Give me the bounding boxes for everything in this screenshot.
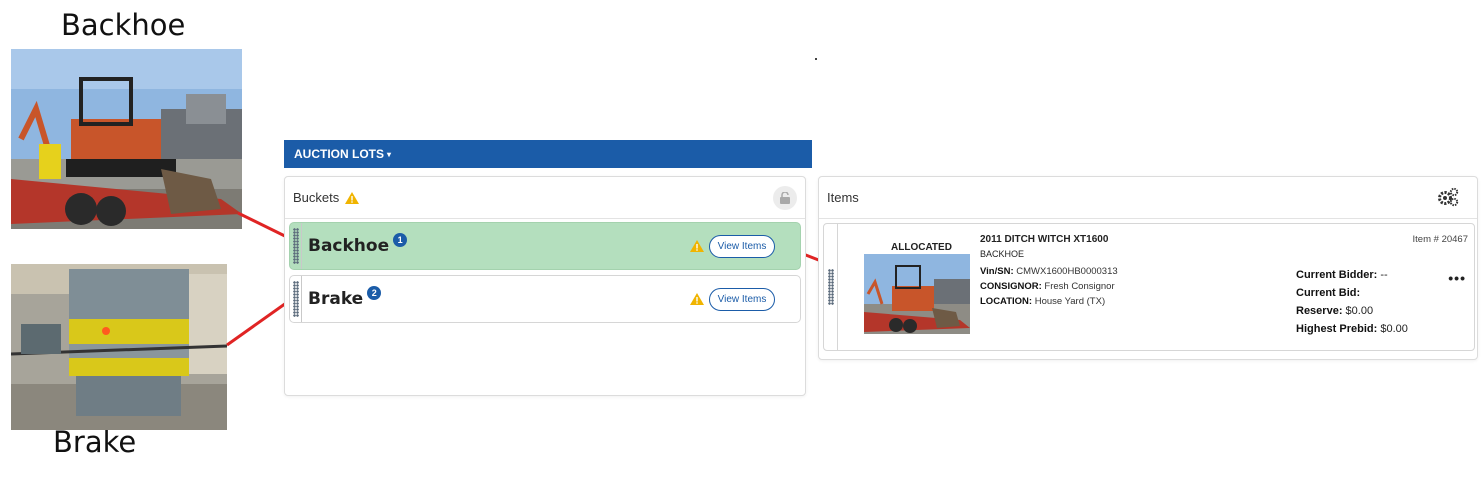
item-consignor: CONSIGNOR: Fresh Consignor [980,281,1115,292]
gears-icon[interactable] [1437,187,1459,207]
buckets-panel: Buckets Backhoe 1 View Items Brake 2 Vie… [284,176,806,396]
more-options-icon[interactable]: ••• [1448,270,1466,286]
view-items-button[interactable]: View Items [709,288,775,311]
warning-icon [690,240,704,252]
caret-down-icon: ▾ [387,149,392,159]
drag-handle-icon[interactable] [290,276,302,322]
drag-handle-icon[interactable] [824,224,838,350]
current-bid: Current Bid: [1296,287,1361,299]
brake-photo [11,264,227,430]
backhoe-photo [11,49,242,229]
unlock-icon[interactable] [773,186,797,210]
backhoe-caption: Backhoe [61,8,186,42]
item-thumbnail[interactable] [864,254,970,334]
buckets-header: Buckets [285,177,805,219]
items-header: Items [819,177,1477,219]
item-number: Item # 20467 [1412,234,1468,245]
bucket-name: Backhoe [308,236,390,256]
reserve: Reserve: $0.00 [1296,305,1374,317]
buckets-title: Buckets [293,190,340,205]
brake-caption: Brake [53,425,137,459]
item-status: ALLOCATED [891,242,952,253]
item-card[interactable]: ALLOCATED 2011 DITCH WITCH XT1600 BACKHO… [823,223,1475,351]
auction-lots-label: AUCTION LOTS [294,147,384,161]
stray-dot [815,58,817,60]
auction-lots-menu[interactable]: AUCTION LOTS ▾ [284,140,812,168]
highest-prebid: Highest Prebid: $0.00 [1296,323,1408,335]
item-vin: Vin/SN: CMWX1600HB0000313 [980,266,1118,277]
view-items-button[interactable]: View Items [709,235,775,258]
item-bid-info: Current Bidder: -- Current Bid: Reserve:… [1296,266,1408,338]
item-title[interactable]: 2011 DITCH WITCH XT1600 [980,234,1108,245]
bucket-count-badge: 2 [367,286,382,300]
items-title: Items [827,190,859,205]
warning-icon [690,293,704,305]
bucket-backhoe[interactable]: Backhoe 1 View Items [289,222,801,270]
items-panel: Items ALLOCATED 2011 DITCH WITCH XT1600 … [818,176,1478,360]
bucket-brake[interactable]: Brake 2 View Items [289,275,801,323]
item-subtitle: BACKHOE [980,249,1025,259]
drag-handle-icon[interactable] [290,223,302,269]
current-bidder: Current Bidder: -- [1296,269,1388,281]
bucket-name: Brake [308,289,364,309]
bucket-count-badge: 1 [393,233,408,247]
item-location: LOCATION: House Yard (TX) [980,296,1106,307]
warning-icon [345,191,360,204]
